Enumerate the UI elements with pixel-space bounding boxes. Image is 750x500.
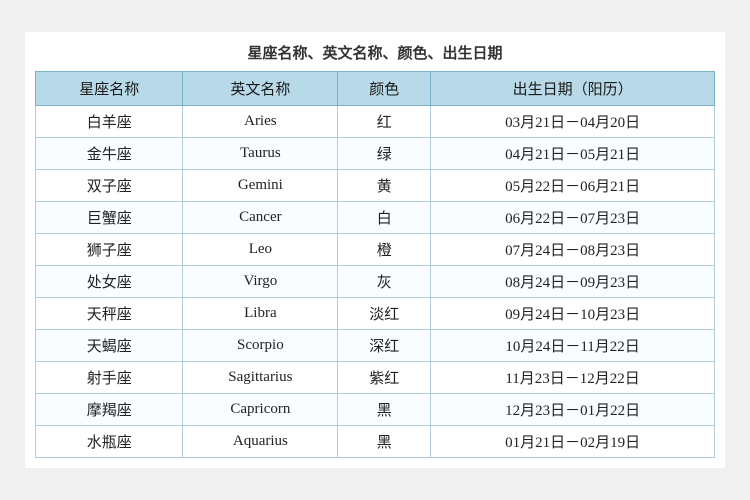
table-cell: 10月24日－11月22日 <box>431 330 715 362</box>
col-header-chinese: 星座名称 <box>36 72 183 106</box>
table-header-row: 星座名称 英文名称 颜色 出生日期（阳历） <box>36 72 715 106</box>
table-cell: 双子座 <box>36 170 183 202</box>
table-cell: 金牛座 <box>36 138 183 170</box>
table-cell: 红 <box>338 106 431 138</box>
table-cell: Capricorn <box>183 394 338 426</box>
table-cell: 白羊座 <box>36 106 183 138</box>
table-cell: 11月23日－12月22日 <box>431 362 715 394</box>
table-cell: 黑 <box>338 394 431 426</box>
table-cell: 射手座 <box>36 362 183 394</box>
table-cell: 黑 <box>338 426 431 458</box>
table-cell: 处女座 <box>36 266 183 298</box>
table-cell: 巨蟹座 <box>36 202 183 234</box>
table-cell: 03月21日－04月20日 <box>431 106 715 138</box>
table-row: 处女座Virgo灰08月24日－09月23日 <box>36 266 715 298</box>
table-row: 金牛座Taurus绿04月21日－05月21日 <box>36 138 715 170</box>
table-row: 摩羯座Capricorn黑12月23日－01月22日 <box>36 394 715 426</box>
table-row: 天蝎座Scorpio深红10月24日－11月22日 <box>36 330 715 362</box>
main-container: 星座名称、英文名称、颜色、出生日期 星座名称 英文名称 颜色 出生日期（阳历） … <box>25 32 725 468</box>
table-cell: 黄 <box>338 170 431 202</box>
table-cell: Sagittarius <box>183 362 338 394</box>
table-cell: 05月22日－06月21日 <box>431 170 715 202</box>
table-cell: 深红 <box>338 330 431 362</box>
table-cell: Virgo <box>183 266 338 298</box>
table-cell: 天秤座 <box>36 298 183 330</box>
table-cell: Scorpio <box>183 330 338 362</box>
table-cell: Taurus <box>183 138 338 170</box>
col-header-date: 出生日期（阳历） <box>431 72 715 106</box>
table-cell: 06月22日－07月23日 <box>431 202 715 234</box>
table-cell: 01月21日－02月19日 <box>431 426 715 458</box>
table-cell: 白 <box>338 202 431 234</box>
table-row: 水瓶座Aquarius黑01月21日－02月19日 <box>36 426 715 458</box>
table-cell: 橙 <box>338 234 431 266</box>
table-cell: 12月23日－01月22日 <box>431 394 715 426</box>
table-row: 天秤座Libra淡红09月24日－10月23日 <box>36 298 715 330</box>
table-cell: 灰 <box>338 266 431 298</box>
table-cell: Aquarius <box>183 426 338 458</box>
col-header-english: 英文名称 <box>183 72 338 106</box>
table-row: 白羊座Aries红03月21日－04月20日 <box>36 106 715 138</box>
table-row: 狮子座Leo橙07月24日－08月23日 <box>36 234 715 266</box>
table-cell: 09月24日－10月23日 <box>431 298 715 330</box>
table-row: 双子座Gemini黄05月22日－06月21日 <box>36 170 715 202</box>
table-cell: Gemini <box>183 170 338 202</box>
table-cell: 天蝎座 <box>36 330 183 362</box>
table-cell: 紫红 <box>338 362 431 394</box>
table-cell: 淡红 <box>338 298 431 330</box>
table-cell: 狮子座 <box>36 234 183 266</box>
table-cell: Libra <box>183 298 338 330</box>
page-title: 星座名称、英文名称、颜色、出生日期 <box>35 42 715 63</box>
table-body: 白羊座Aries红03月21日－04月20日金牛座Taurus绿04月21日－0… <box>36 106 715 458</box>
table-cell: 07月24日－08月23日 <box>431 234 715 266</box>
zodiac-table: 星座名称 英文名称 颜色 出生日期（阳历） 白羊座Aries红03月21日－04… <box>35 71 715 458</box>
table-row: 射手座Sagittarius紫红11月23日－12月22日 <box>36 362 715 394</box>
table-cell: Leo <box>183 234 338 266</box>
table-row: 巨蟹座Cancer白06月22日－07月23日 <box>36 202 715 234</box>
table-cell: 04月21日－05月21日 <box>431 138 715 170</box>
table-cell: 水瓶座 <box>36 426 183 458</box>
table-cell: Aries <box>183 106 338 138</box>
table-cell: 绿 <box>338 138 431 170</box>
table-cell: 08月24日－09月23日 <box>431 266 715 298</box>
table-cell: Cancer <box>183 202 338 234</box>
col-header-color: 颜色 <box>338 72 431 106</box>
table-cell: 摩羯座 <box>36 394 183 426</box>
